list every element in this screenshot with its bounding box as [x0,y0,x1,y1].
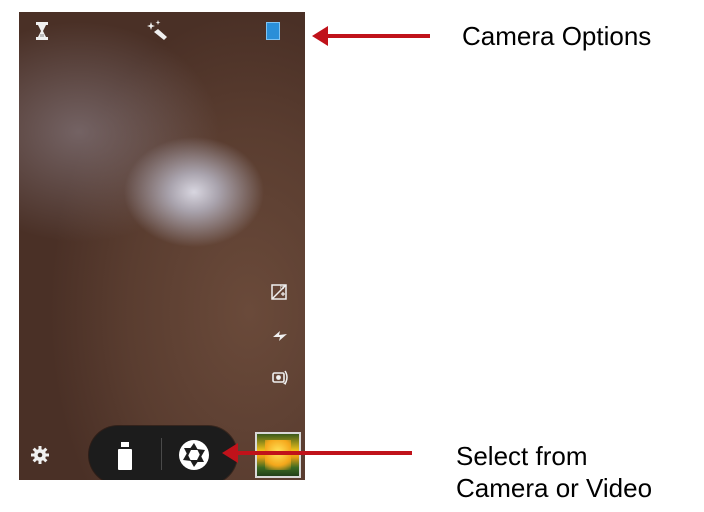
screenshot-stage: R Camera Options Select from Camera or V… [0,0,704,512]
panorama-icon[interactable] [33,20,51,42]
mode-select-callout-line1: Select from [456,441,588,471]
capture-mode-selector[interactable] [89,426,237,480]
camera-options-icon[interactable] [263,20,283,42]
switch-camera-icon[interactable] [269,366,291,390]
mode-select-callout: Select from Camera or Video [456,440,652,504]
video-mode-icon[interactable] [109,440,141,472]
gallery-thumbnail[interactable] [255,432,301,478]
settings-icon[interactable] [29,444,51,466]
shutter-icon[interactable] [175,436,213,474]
camera-options-callout: Camera Options [462,21,652,51]
camera-options-box [266,22,280,40]
flash-icon[interactable] [269,324,291,348]
mode-select-arrow [222,443,412,463]
effects-icon[interactable] [147,20,169,42]
thumbnail-preview [265,440,291,470]
svg-text:R: R [280,285,285,291]
camera-options-arrow [312,26,430,46]
hdr-icon[interactable]: R [269,280,291,304]
camera-viewfinder[interactable]: R [19,12,305,480]
mode-select-callout-line2: Camera or Video [456,473,653,503]
mode-divider [161,438,162,470]
